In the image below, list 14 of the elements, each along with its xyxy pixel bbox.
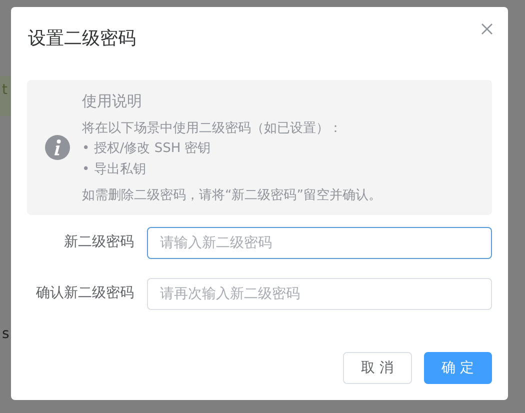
close-button[interactable] [480, 22, 494, 36]
notice-title: 使用说明 [82, 91, 143, 112]
text-fragment: s [2, 325, 10, 344]
bullet-item: • 授权/修改 SSH 密钥 [82, 140, 212, 158]
bullet-item: • 导出私钥 [82, 160, 147, 178]
field-label: 新二级密码 [63, 233, 135, 252]
field-label: 确认新二级密码 [35, 284, 135, 303]
password-field[interactable]: 请输入新二级密码 [147, 226, 492, 258]
cancel-button[interactable]: 取 消 [343, 352, 412, 384]
info-icon [45, 135, 70, 160]
dialog-title: 设置二级密码 [28, 27, 136, 51]
text-fragment: t [2, 81, 8, 100]
notice-text: 如需删除二级密码，请将“新二级密码”留空并确认。 [82, 187, 382, 205]
notice-text: 将在以下场景中使用二级密码（如已设置）： [82, 120, 343, 138]
